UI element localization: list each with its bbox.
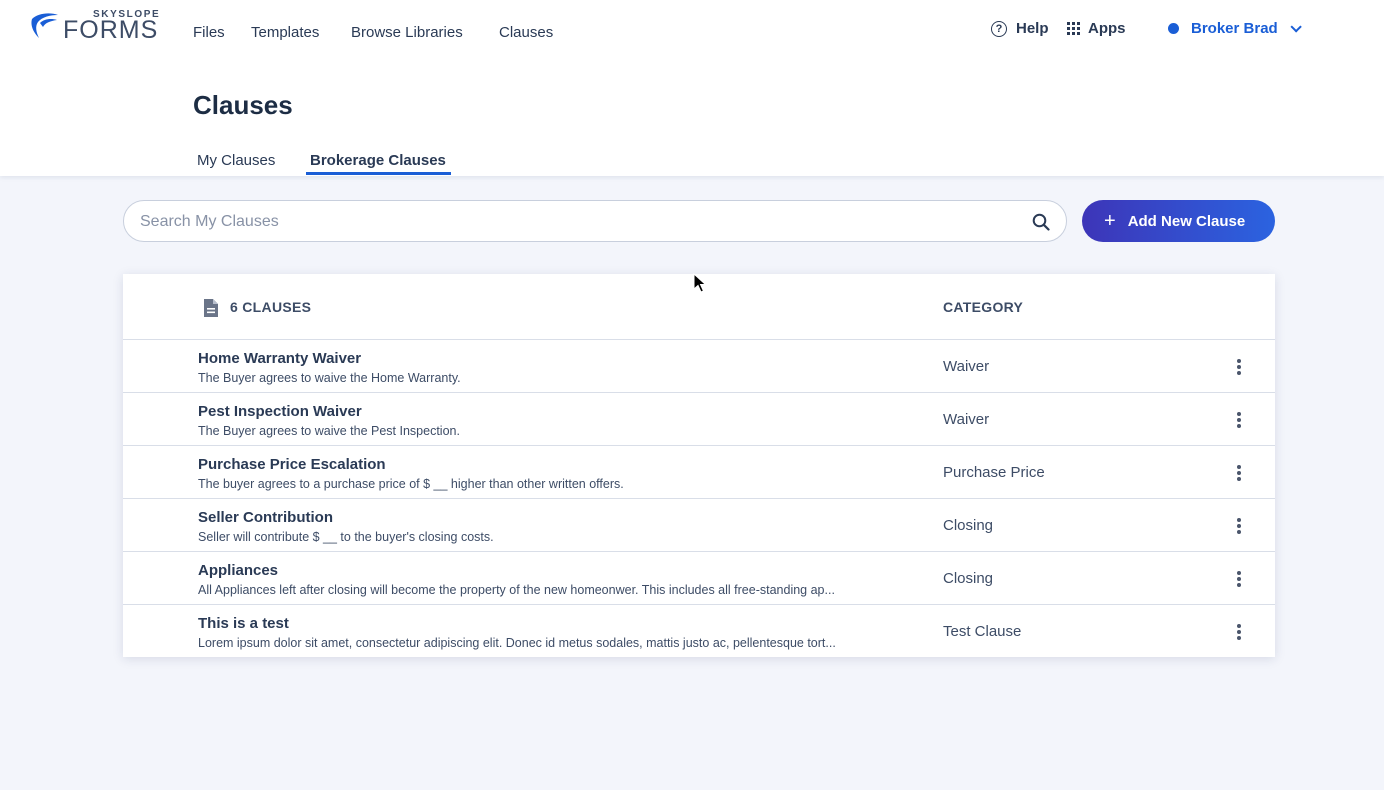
table-row[interactable]: Appliances All Appliances left after clo… (123, 552, 1275, 605)
clause-description: Seller will contribute $ __ to the buyer… (198, 530, 494, 544)
table-row[interactable]: Seller Contribution Seller will contribu… (123, 499, 1275, 552)
help-link[interactable]: ? Help (991, 20, 1049, 37)
tab-brokerage-clauses[interactable]: Brokerage Clauses (310, 152, 446, 169)
category-column-header[interactable]: CATEGORY (943, 299, 1023, 315)
swoosh-logo-icon (31, 13, 58, 39)
clause-count: 6 CLAUSES (230, 299, 312, 315)
table-row[interactable]: This is a test Lorem ipsum dolor sit ame… (123, 605, 1275, 658)
apps-grid-icon (1067, 22, 1080, 35)
nav-browse-libraries[interactable]: Browse Libraries (351, 24, 463, 42)
clause-category: Waiver (943, 358, 990, 375)
more-options-icon[interactable] (1229, 516, 1249, 536)
active-tab-indicator (306, 172, 451, 175)
help-label: Help (1016, 20, 1049, 37)
clause-category: Closing (943, 517, 994, 534)
logo-big-text: FORMS (63, 16, 159, 44)
search-bar (123, 200, 1067, 242)
nav-files[interactable]: Files (193, 24, 225, 42)
more-options-icon[interactable] (1229, 463, 1249, 483)
nav-clauses[interactable]: Clauses (499, 24, 553, 42)
clause-title: Pest Inspection Waiver (198, 403, 362, 420)
user-status-dot-icon (1168, 23, 1179, 34)
table-row[interactable]: Purchase Price Escalation The buyer agre… (123, 446, 1275, 499)
apps-link[interactable]: Apps (1067, 20, 1126, 37)
user-menu[interactable]: Broker Brad (1168, 20, 1302, 37)
clause-title: Seller Contribution (198, 509, 333, 526)
mouse-cursor-icon (693, 273, 707, 293)
search-icon[interactable] (1032, 213, 1050, 231)
nav-templates[interactable]: Templates (251, 24, 319, 42)
clause-description: All Appliances left after closing will b… (198, 583, 835, 597)
clause-description: Lorem ipsum dolor sit amet, consectetur … (198, 636, 836, 650)
clause-category: Closing (943, 570, 994, 587)
clause-description: The Buyer agrees to waive the Home Warra… (198, 371, 461, 385)
clause-title: This is a test (198, 615, 289, 632)
skyslope-forms-logo[interactable]: SKYSLOPE FORMS (30, 9, 159, 44)
user-name: Broker Brad (1191, 20, 1278, 37)
table-row[interactable]: Home Warranty Waiver The Buyer agrees to… (123, 340, 1275, 393)
help-icon: ? (991, 20, 1007, 37)
clauses-table: 6 CLAUSES CATEGORY Home Warranty Waiver … (123, 274, 1275, 657)
more-options-icon[interactable] (1229, 569, 1249, 589)
clause-description: The buyer agrees to a purchase price of … (198, 477, 624, 491)
clause-title: Appliances (198, 562, 279, 579)
add-new-clause-button[interactable]: + Add New Clause (1082, 200, 1275, 242)
clause-title: Purchase Price Escalation (198, 456, 386, 473)
more-options-icon[interactable] (1229, 357, 1249, 377)
search-input[interactable] (140, 211, 1020, 233)
add-new-clause-label: Add New Clause (1127, 212, 1246, 230)
plus-icon: + (1104, 210, 1116, 232)
apps-label: Apps (1088, 20, 1126, 37)
document-icon (204, 299, 218, 317)
clause-category: Waiver (943, 411, 990, 428)
table-row[interactable]: Pest Inspection Waiver The Buyer agrees … (123, 393, 1275, 446)
clause-category: Purchase Price (943, 464, 1045, 481)
clause-category: Test Clause (943, 623, 1022, 640)
tab-my-clauses[interactable]: My Clauses (197, 152, 275, 169)
more-options-icon[interactable] (1229, 622, 1249, 642)
more-options-icon[interactable] (1229, 410, 1249, 430)
clause-title: Home Warranty Waiver (198, 350, 362, 367)
page-title: Clauses (193, 90, 293, 120)
clause-description: The Buyer agrees to waive the Pest Inspe… (198, 424, 460, 438)
